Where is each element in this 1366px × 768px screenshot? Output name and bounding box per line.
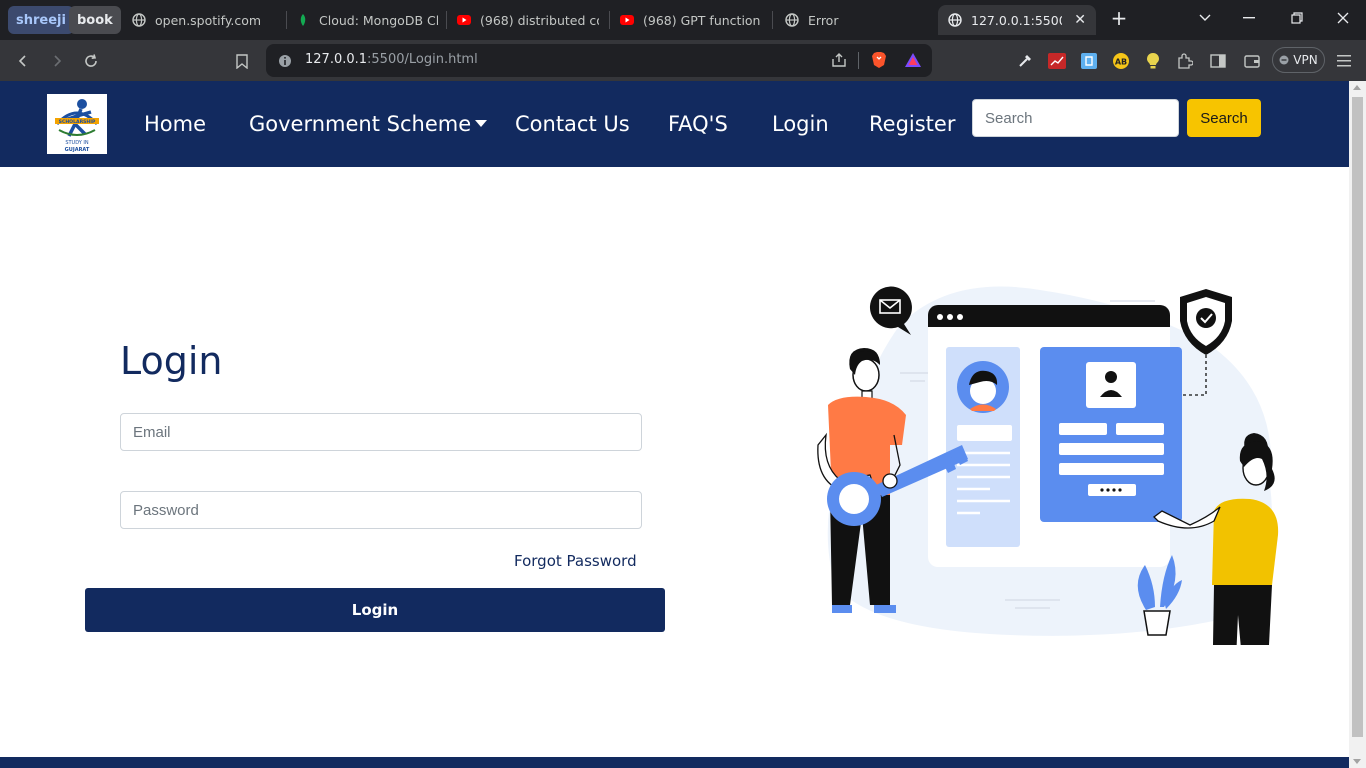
login-title: Login [120,339,223,383]
wallet-icon[interactable] [1241,50,1263,72]
tab-title: (968) GPT function call [643,12,762,28]
youtube-icon [620,15,634,25]
page-viewport: SCHOLARSHIP STUDY IN GUJARAT Home Govern… [0,81,1349,768]
tab-active-login[interactable]: 127.0.0.1:5500/Lo ✕ [938,5,1096,35]
nav-contact-us-link[interactable]: Contact Us [515,112,630,136]
dropdown-caret-icon[interactable] [475,120,487,127]
globe-icon [785,13,799,27]
selector-extension-icon[interactable] [1078,50,1100,72]
globe-icon [132,13,146,27]
page-scrollbar[interactable] [1349,81,1366,768]
site-navbar: SCHOLARSHIP STUDY IN GUJARAT Home Govern… [0,81,1349,167]
tab-group-shreeji[interactable]: shreeji [8,6,74,34]
scholarship-logo-icon: SCHOLARSHIP STUDY IN GUJARAT [55,99,99,153]
site-info-icon[interactable] [278,53,292,72]
tab-title: Error [808,12,839,28]
scroll-down-arrow-icon[interactable] [1353,759,1361,764]
vpn-button[interactable]: VPN [1272,47,1325,73]
tab-title: open.spotify.com [155,12,262,28]
chart-extension-icon[interactable] [1046,50,1068,72]
close-tab-icon[interactable]: ✕ [1062,12,1086,28]
tab-error[interactable]: Error [785,5,925,35]
url-text: 127.0.0.1:5500/Login.html [305,52,478,67]
footer-strip [0,757,1349,768]
tab-group-label: book [77,12,113,28]
nav-register-link[interactable]: Register [869,112,955,136]
reload-icon[interactable] [80,50,102,72]
message-bubble-icon [869,286,912,335]
close-window-icon[interactable] [1331,6,1355,30]
eyedropper-icon[interactable] [1014,50,1036,72]
tab-search-chevron-icon[interactable] [1193,6,1217,30]
tab-youtube-1[interactable]: (968) distributed comp [457,5,599,35]
tab-title: Cloud: MongoDB Clou [319,12,438,28]
brave-shields-icon[interactable] [871,51,887,73]
vpn-label: VPN [1293,53,1318,67]
tab-group-book[interactable]: book [69,6,121,34]
tab-spotify[interactable]: open.spotify.com [132,5,282,35]
window-titlebar [928,305,1170,327]
browser-toolbar: 127.0.0.1:5500/Login.html AB VPN [0,40,1366,81]
minimize-icon[interactable] [1237,6,1261,30]
url-host: 127.0.0.1 [305,52,368,67]
tab-title: (968) distributed comp [480,12,599,28]
browser-menu-icon[interactable] [1333,50,1355,72]
extensions-puzzle-icon[interactable] [1174,50,1196,72]
sidebar-toggle-icon[interactable] [1207,50,1229,72]
tab-youtube-2[interactable]: (968) GPT function call [620,5,762,35]
ab-extension-icon[interactable]: AB [1110,50,1132,72]
login-submit-button[interactable]: Login [85,588,665,632]
forward-arrow-icon[interactable] [46,50,68,72]
tab-separator [609,11,610,29]
login-illustration [817,286,1279,645]
nav-home-link[interactable]: Home [144,112,206,136]
tab-title: 127.0.0.1:5500/Lo [971,12,1062,28]
bookmark-icon[interactable] [231,50,253,72]
svg-text:AB: AB [1115,58,1127,67]
nav-login-link[interactable]: Login [772,112,829,136]
mongodb-leaf-icon [300,14,306,26]
brave-rewards-icon[interactable] [904,52,922,72]
globe-icon [948,13,962,27]
share-icon[interactable] [831,52,847,72]
nav-search-button[interactable]: Search [1187,99,1261,137]
forgot-password-link[interactable]: Forgot Password [514,552,637,570]
tab-group-label: shreeji [16,12,66,28]
nav-search-input[interactable] [972,99,1179,137]
tab-separator [446,11,447,29]
nav-faqs-link[interactable]: FAQ'S [668,112,728,136]
address-bar[interactable]: 127.0.0.1:5500/Login.html [266,44,932,77]
youtube-icon [457,15,471,25]
svg-text:STUDY IN: STUDY IN [65,140,89,146]
restore-icon[interactable] [1285,6,1309,30]
tab-separator [286,11,287,29]
omnibox-divider [858,52,859,69]
password-field[interactable] [120,491,642,529]
lightbulb-extension-icon[interactable] [1142,50,1164,72]
tab-separator [772,11,773,29]
svg-text:SCHOLARSHIP: SCHOLARSHIP [59,119,96,125]
new-tab-icon[interactable]: + [1107,6,1131,30]
scroll-up-arrow-icon[interactable] [1353,85,1361,90]
site-logo[interactable]: SCHOLARSHIP STUDY IN GUJARAT [47,94,107,154]
nav-government-scheme-link[interactable]: Government Scheme [249,112,471,136]
url-path: :5500/Login.html [367,52,478,67]
back-arrow-icon[interactable] [12,50,34,72]
tab-mongodb[interactable]: Cloud: MongoDB Clou [296,5,438,35]
scrollbar-thumb[interactable] [1352,97,1363,737]
svg-text:GUJARAT: GUJARAT [65,147,90,153]
email-field[interactable] [120,413,642,451]
vpn-status-icon [1279,55,1289,65]
browser-tab-strip: shreeji book open.spotify.com Cloud: Mon… [0,0,1366,40]
